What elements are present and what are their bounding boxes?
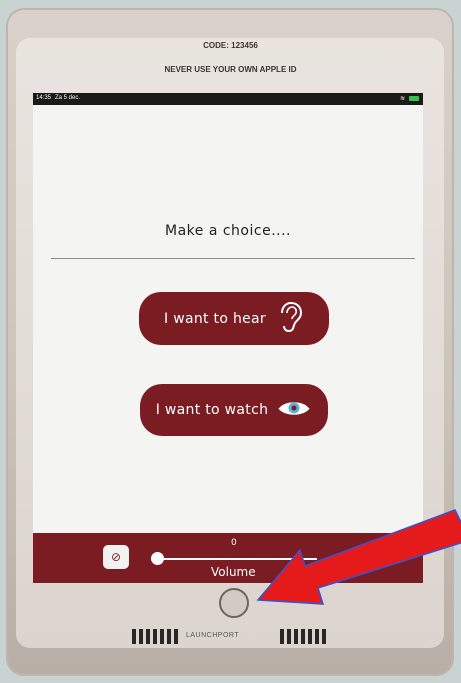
volume-slider[interactable] [157, 558, 317, 560]
speaker-muted-icon: ⊘ [110, 550, 122, 564]
battery-icon [409, 96, 419, 101]
mute-button[interactable]: ⊘ [103, 545, 129, 569]
power-icon: ⏻ [377, 544, 393, 565]
volume-label: Volume [211, 565, 256, 579]
status-date: Za 5 dec. [55, 95, 81, 101]
volume-value: 0 [231, 538, 237, 548]
divider [51, 258, 415, 259]
hear-button[interactable]: I want to hear [139, 292, 329, 345]
watch-button[interactable]: I want to watch [140, 384, 328, 436]
ear-icon [274, 301, 304, 337]
apple-id-warning: NEVER USE YOUR OWN APPLE ID [164, 65, 297, 74]
status-time: 14:35 [36, 95, 52, 101]
brand-logo: LAUNCHPORT [186, 632, 240, 639]
volume-slider-handle[interactable] [151, 552, 164, 565]
speaker-grille-left [132, 629, 178, 644]
page-title: Make a choice.... [165, 223, 291, 239]
watch-button-label: I want to watch [155, 402, 269, 418]
tablet-screen: 14:35 Za 5 dec. ≋ Make a choice.... I wa… [33, 93, 423, 583]
speaker-grille-right [280, 629, 326, 644]
hear-button-label: I want to hear [164, 310, 266, 327]
eye-icon [276, 397, 312, 423]
code-label: CODE: 123456 [203, 41, 258, 50]
status-bar: 14:35 Za 5 dec. ≋ [33, 93, 423, 105]
wifi-icon: ≋ [399, 95, 405, 102]
home-button[interactable] [219, 588, 249, 618]
power-button[interactable]: ⏻ [371, 541, 399, 569]
volume-bar: ⊘ 0 Volume ⏻ [33, 533, 423, 583]
